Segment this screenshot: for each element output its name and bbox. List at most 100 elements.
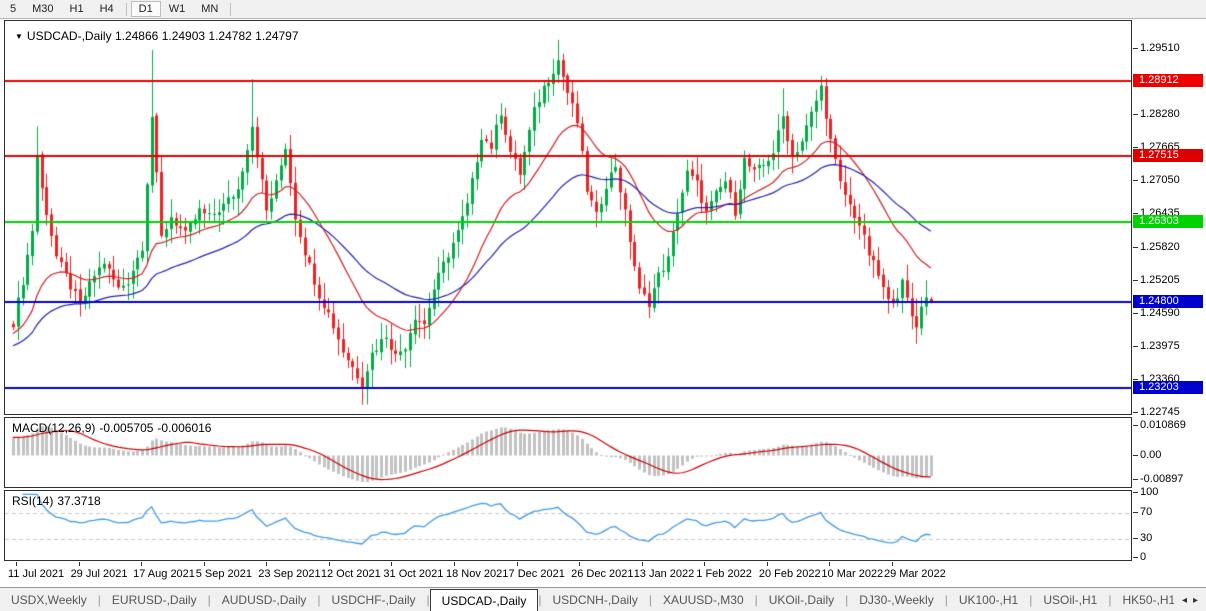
price-line-badge: 1.27515	[1133, 149, 1203, 163]
date-axis-label: 29 Jul 2021	[70, 568, 128, 580]
rsi-axis-label: 30	[1132, 531, 1153, 544]
date-axis-tick	[891, 562, 893, 566]
chart-tab-usdchf-daily[interactable]: USDCHF-,Daily	[321, 588, 427, 611]
timeframe-button-w1[interactable]: W1	[161, 1, 194, 17]
date-axis-label: 20 Feb 2022	[758, 568, 821, 580]
toolbar-separator	[125, 2, 127, 16]
price-axis-label: 1.23975	[1133, 339, 1180, 352]
date-axis-tick	[203, 562, 205, 566]
date-axis-label: 31 Oct 2021	[383, 568, 444, 580]
date-axis-tick	[516, 562, 518, 566]
macd-label: MACD(12,26,9) -0.005705 -0.006016	[12, 421, 215, 435]
rsi-axis-label: 70	[1132, 505, 1153, 518]
price-line-badge: 1.23203	[1133, 381, 1203, 395]
macd-axis-label: 0.010869	[1133, 419, 1186, 431]
date-axis-label: 17 Aug 2021	[133, 568, 195, 580]
mt4-window: 5 M30 H1 H4 D1 W1 MN ▼ USDCAD-,Daily 1.24866 1.…	[0, 0, 1206, 611]
date-axis-label: 23 Sep 2021	[258, 568, 321, 580]
price-axis-label: 1.24590	[1133, 306, 1180, 319]
macd-axis-label: 0.00	[1132, 448, 1162, 461]
price-axis-label: 1.28280	[1133, 108, 1180, 121]
timeframe-button-h1[interactable]: H1	[62, 1, 92, 17]
date-axis-tick	[704, 562, 706, 566]
price-axis-label: 1.25820	[1133, 240, 1180, 253]
timeframe-button-mn[interactable]: MN	[193, 1, 226, 17]
date-axis-label: 10 Mar 2022	[821, 568, 884, 580]
price-chart-pane: ▼ USDCAD-,Daily 1.24866 1.24903 1.24782 1…	[4, 20, 1132, 415]
ohlc-open: 1.24866	[114, 29, 159, 43]
timeframe-toolbar: 5 M30 H1 H4 D1 W1 MN	[0, 0, 1206, 19]
toolbar-separator	[230, 2, 232, 16]
scroll-tabs-right-button[interactable]: ▸	[1193, 595, 1198, 606]
date-axis-tick	[328, 562, 330, 566]
chart-tab-usdcad-daily[interactable]: USDCAD-,Daily	[429, 589, 539, 611]
price-line-badge: 1.24800	[1133, 295, 1203, 309]
price-axis-label: 1.25205	[1133, 273, 1180, 286]
timeframe-button-d1[interactable]: D1	[130, 1, 161, 17]
date-axis-tick	[391, 562, 393, 566]
price-axis[interactable]: 1.295101.288951.282801.276651.270501.264…	[1132, 20, 1206, 563]
macd-name: MACD(12,26,9)	[12, 421, 96, 435]
date-axis-tick	[641, 562, 643, 566]
date-axis-label: 5 Sep 2021	[195, 568, 252, 580]
price-axis-label: 1.22745	[1133, 406, 1180, 418]
price-line-badge: 1.26303	[1133, 214, 1203, 228]
scroll-tabs-left-button[interactable]: ◂	[1182, 595, 1187, 606]
rsi-axis-label: 0	[1132, 551, 1147, 563]
date-axis-tick	[453, 562, 455, 566]
timeframe-buttons: 5 M30 H1 H4 D1 W1 MN	[0, 1, 235, 17]
date-axis-label: 12 Oct 2021	[320, 568, 381, 580]
macd-axis-label: -0.00897	[1132, 473, 1184, 485]
chart-tab-usdx-weekly[interactable]: USDX,Weekly	[0, 588, 98, 611]
price-line-badge: 1.28912	[1133, 74, 1203, 88]
time-axis[interactable]: 11 Jul 2021 29 Jul 2021 17 Aug 2021 5 Sep 2…	[4, 562, 1132, 586]
tab-scroll-arrows: ◂ ▸	[1174, 588, 1206, 611]
date-axis-tick	[16, 562, 17, 566]
timeframe-button-5[interactable]: 5	[2, 1, 24, 17]
date-axis-tick	[579, 562, 581, 566]
rsi-canvas[interactable]	[5, 491, 1131, 560]
date-axis-label: 13 Jan 2022	[633, 568, 695, 580]
date-axis-tick	[141, 562, 143, 566]
ohlc-high: 1.24903	[161, 29, 206, 43]
timeframe-button-m30[interactable]: M30	[24, 1, 61, 17]
price-chart-canvas[interactable]	[5, 21, 1131, 414]
date-axis-label: 7 Dec 2021	[508, 568, 565, 580]
chart-tab-audusd-daily[interactable]: AUDUSD-,Daily	[211, 588, 318, 611]
collapse-triangle-icon[interactable]: ▼	[15, 32, 23, 41]
macd-pane: MACD(12,26,9) -0.005705 -0.006016	[4, 417, 1132, 488]
date-axis-label: 11 Jul 2021	[8, 568, 65, 580]
rsi-label: RSI(14) 37.3718	[12, 494, 105, 508]
date-axis-label: 1 Feb 2022	[696, 568, 752, 580]
date-axis-label: 18 Nov 2021	[445, 568, 509, 580]
timeframe-button-h4[interactable]: H4	[92, 1, 122, 17]
chart-tab-uk100-h1[interactable]: UK100-,H1	[948, 588, 1029, 611]
chart-tab-usoil-h1[interactable]: USOil-,H1	[1032, 588, 1108, 611]
ohlc-low: 1.24782	[208, 29, 252, 43]
chart-tab-hk50-h1[interactable]: HK50-,H1	[1111, 588, 1173, 611]
date-axis-tick	[266, 562, 268, 566]
chart-tab-dj30-weekly[interactable]: DJ30-,Weekly	[848, 588, 944, 611]
chart-tab-ukoil-daily[interactable]: UKOil-,Daily	[758, 588, 845, 611]
rsi-value: 37.3718	[57, 494, 101, 508]
rsi-name: RSI(14)	[12, 494, 54, 508]
rsi-pane: RSI(14) 37.3718	[4, 490, 1132, 561]
ohlc-close: 1.24797	[255, 29, 299, 43]
date-axis-label: 29 Mar 2022	[883, 568, 946, 580]
date-axis-tick	[829, 562, 831, 566]
macd-signal-value: -0.006016	[157, 421, 212, 435]
chart-tabs: USDX,Weekly | EURUSD-,Daily | AUDUSD-,Daily |…	[0, 588, 1174, 611]
chart-tab-eurusd-daily[interactable]: EURUSD-,Daily	[101, 588, 208, 611]
chart-title: ▼ USDCAD-,Daily 1.24866 1.24903 1.24782 1…	[15, 29, 299, 43]
rsi-axis-label: 100	[1132, 486, 1159, 498]
date-axis-tick	[766, 562, 768, 566]
date-axis-tick	[78, 562, 80, 566]
chart-tab-usdcnh-daily[interactable]: USDCNH-,Daily	[541, 588, 648, 611]
chart-tab-bar: USDX,Weekly | EURUSD-,Daily | AUDUSD-,Daily |…	[0, 587, 1206, 611]
price-axis-label: 1.27050	[1133, 174, 1180, 187]
macd-main-value: -0.005705	[99, 421, 154, 435]
date-axis-label: 26 Dec 2021	[571, 568, 634, 580]
chart-symbol: USDCAD-,Daily	[26, 29, 112, 43]
chart-tab-xauusd-m30[interactable]: XAUUSD-,M30	[652, 588, 755, 611]
price-axis-label: 1.29510	[1133, 42, 1180, 54]
